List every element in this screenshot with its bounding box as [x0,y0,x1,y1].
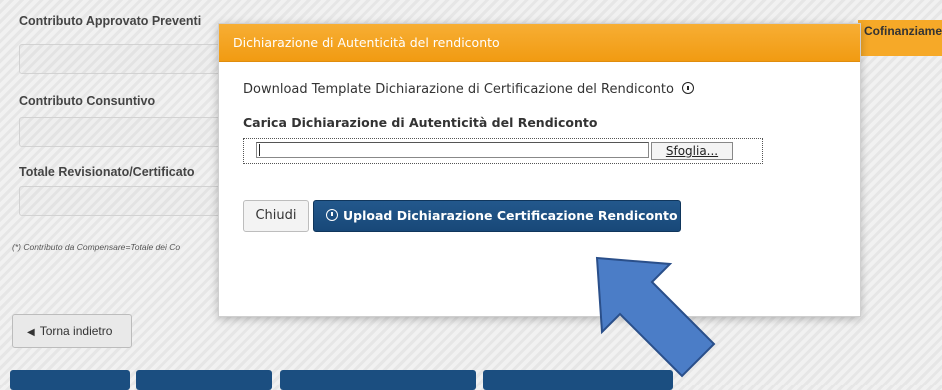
contributo-consuntivo-field[interactable]: 1 [19,117,234,147]
chevron-left-icon: ◀ [27,327,35,338]
browse-button[interactable]: Sfoglia... [651,142,733,160]
bottom-action-button-3[interactable] [280,370,476,390]
cofinanziamento-header: Cofinanziame [858,20,942,56]
download-template-label: Download Template Dichiarazione di Certi… [243,82,674,97]
upload-field-label: Carica Dichiarazione di Autenticità del … [243,115,598,130]
contributo-approvato-field[interactable]: 7 [19,44,234,74]
file-path-input[interactable] [256,142,649,158]
contributo-consuntivo-label: Contributo Consuntivo [19,94,156,108]
upload-icon [326,209,338,221]
cofinanziamento-label: Cofinanziame [864,24,942,38]
compensare-note: (*) Contributo da Compensare=Totale dei … [12,242,181,252]
upload-button-label: Upload Dichiarazione Certificazione Rend… [343,208,678,223]
browse-button-label: Sfoglia... [665,144,719,158]
bottom-action-button-2[interactable] [136,370,272,390]
contributo-approvato-label: Contributo Approvato Preventi [19,14,202,28]
pointer-arrow-icon [595,256,716,378]
file-upload-control: Sfoglia... [243,138,763,164]
upload-button[interactable]: Upload Dichiarazione Certificazione Rend… [313,200,681,232]
modal-title: Dichiarazione di Autenticità del rendico… [219,24,860,62]
download-template-link[interactable]: Download Template Dichiarazione di Certi… [243,82,695,97]
bottom-action-button-1[interactable] [10,370,130,390]
totale-revisionato-label: Totale Revisionato/Certificato [19,165,195,179]
back-button[interactable]: ◀ Torna indietro [12,314,132,348]
back-button-label: Torna indietro [39,324,113,338]
close-button[interactable]: Chiudi [243,200,309,232]
authenticity-modal: Dichiarazione di Autenticità del rendico… [218,23,861,317]
totale-revisionato-field[interactable] [19,186,234,216]
download-icon [682,82,695,94]
